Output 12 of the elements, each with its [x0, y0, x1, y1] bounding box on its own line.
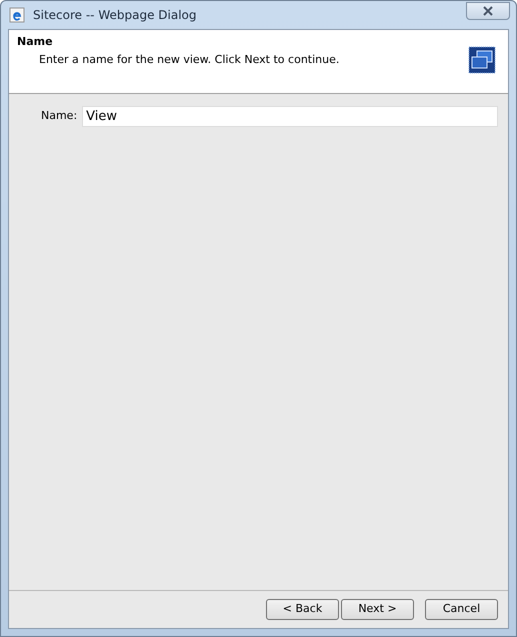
browser-icon — [9, 7, 25, 23]
field-label: Name: — [41, 108, 78, 124]
dialog-button[interactable]: Next > — [341, 599, 414, 620]
dialog-button[interactable]: Cancel — [425, 599, 498, 620]
close-button[interactable] — [466, 2, 510, 20]
name-field[interactable]: View — [82, 106, 498, 127]
page-description: Enter a name for the new view. Click Next to continue. — [39, 52, 340, 68]
window-title: Sitecore -- Webpage Dialog — [33, 7, 196, 24]
windows-icon — [468, 46, 496, 74]
page-title: Name — [17, 34, 54, 50]
close-icon — [482, 6, 494, 16]
dialog-button[interactable]: < Back — [266, 599, 339, 620]
